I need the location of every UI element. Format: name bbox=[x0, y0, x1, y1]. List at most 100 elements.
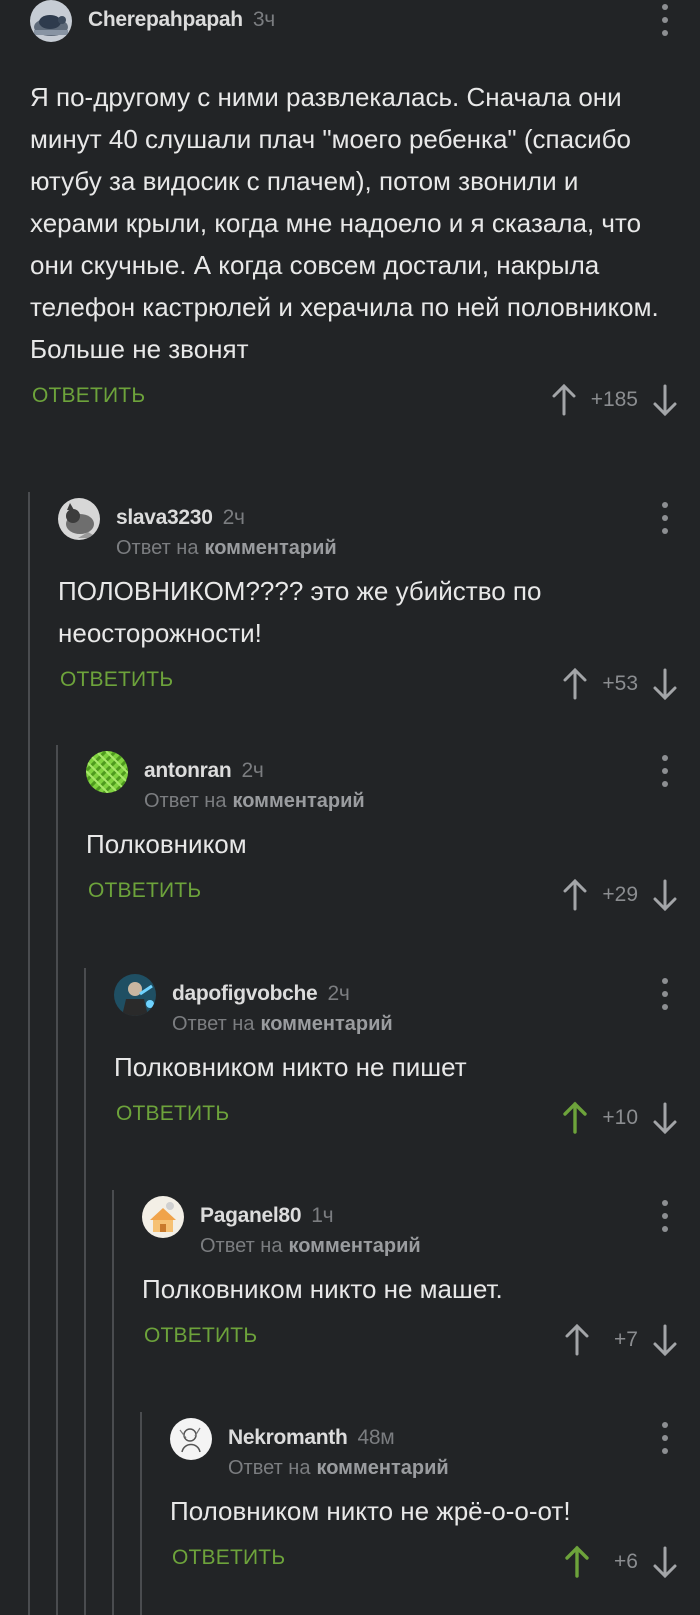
username[interactable]: slava3230 2ч bbox=[116, 506, 245, 530]
reply-to: Ответ на комментарий bbox=[228, 1457, 449, 1480]
comment: Nekromanth 48м Ответ на комментарий Половн… bbox=[170, 1418, 700, 1582]
reply-to-link[interactable]: комментарий bbox=[260, 1013, 392, 1035]
reply-to-link[interactable]: комментарий bbox=[204, 537, 336, 559]
comment-footer: ОТВЕТИТЬ +185 bbox=[30, 380, 700, 420]
downvote-arrow-icon[interactable] bbox=[652, 383, 678, 417]
comment-footer: ОТВЕТИТЬ +10 bbox=[114, 1098, 700, 1138]
more-options-icon[interactable] bbox=[660, 978, 670, 1010]
reply-button[interactable]: ОТВЕТИТЬ bbox=[172, 1546, 285, 1570]
timestamp: 48м bbox=[357, 1426, 395, 1449]
downvote-arrow-icon[interactable] bbox=[652, 1545, 678, 1579]
reply-to-prefix: Ответ на bbox=[172, 1013, 255, 1035]
timestamp: 2ч bbox=[222, 506, 245, 529]
sketch-avatar[interactable] bbox=[170, 1418, 212, 1460]
rating: +29 bbox=[602, 883, 638, 906]
rating: +6 bbox=[614, 1550, 638, 1573]
rating: +7 bbox=[614, 1328, 638, 1351]
comment-text: Полковником никто не машет. bbox=[142, 1274, 503, 1304]
upvote-arrow-icon[interactable] bbox=[562, 667, 588, 701]
username-text[interactable]: Cherepahpapah bbox=[88, 8, 243, 31]
cat-avatar[interactable] bbox=[58, 498, 100, 540]
reply-to-prefix: Ответ на bbox=[228, 1457, 311, 1479]
reply-button[interactable]: ОТВЕТИТЬ bbox=[116, 1102, 229, 1126]
upvote-arrow-icon[interactable] bbox=[564, 1323, 590, 1357]
username-text[interactable]: Paganel80 bbox=[200, 1204, 302, 1227]
person-avatar[interactable] bbox=[114, 974, 156, 1016]
username[interactable]: dapofigvobche 2ч bbox=[172, 982, 350, 1006]
upvote-arrow-icon[interactable] bbox=[562, 1101, 588, 1135]
comment-header: Cherepahpapah 3ч bbox=[30, 0, 700, 60]
rating: +10 bbox=[602, 1106, 638, 1129]
thread-line[interactable] bbox=[56, 745, 58, 1615]
reply-to: Ответ на комментарий bbox=[116, 537, 337, 560]
username[interactable]: Cherepahpapah 3ч bbox=[88, 8, 275, 32]
comment-header: slava3230 2ч Ответ на комментарий bbox=[58, 498, 700, 560]
reply-to: Ответ на комментарий bbox=[200, 1235, 421, 1258]
comment-text: ПОЛОВНИКОМ???? это же убийство по неосто… bbox=[58, 576, 542, 648]
reply-button[interactable]: ОТВЕТИТЬ bbox=[144, 1324, 257, 1348]
more-options-icon[interactable] bbox=[660, 502, 670, 534]
reply-to: Ответ на комментарий bbox=[144, 790, 365, 813]
username[interactable]: antonran 2ч bbox=[144, 759, 264, 783]
reply-to-link[interactable]: комментарий bbox=[288, 1235, 420, 1257]
comment-header: Nekromanth 48м Ответ на комментарий bbox=[170, 1418, 700, 1480]
vote-controls: +10 bbox=[562, 1098, 678, 1138]
vote-controls: +29 bbox=[562, 875, 678, 915]
turtle-avatar[interactable] bbox=[30, 0, 72, 42]
timestamp: 2ч bbox=[327, 982, 350, 1005]
reply-button[interactable]: ОТВЕТИТЬ bbox=[60, 668, 173, 692]
reply-to-prefix: Ответ на bbox=[200, 1235, 283, 1257]
rating: +53 bbox=[602, 672, 638, 695]
more-options-icon[interactable] bbox=[660, 1200, 670, 1232]
upvote-arrow-icon[interactable] bbox=[562, 878, 588, 912]
vote-controls: +185 bbox=[551, 380, 678, 420]
username-text[interactable]: antonran bbox=[144, 759, 232, 782]
comment-footer: ОТВЕТИТЬ +6 bbox=[170, 1542, 700, 1582]
reply-button[interactable]: ОТВЕТИТЬ bbox=[32, 384, 145, 408]
comment-text: Я по-другому с ними развлекалась. Сначал… bbox=[30, 82, 659, 364]
vote-controls: +7 bbox=[564, 1320, 678, 1360]
downvote-arrow-icon[interactable] bbox=[652, 667, 678, 701]
more-options-icon[interactable] bbox=[660, 1422, 670, 1454]
username[interactable]: Nekromanth 48м bbox=[228, 1426, 395, 1450]
reply-to-prefix: Ответ на bbox=[144, 790, 227, 812]
comment: Paganel80 1ч Ответ на комментарий Полковни… bbox=[142, 1196, 700, 1360]
comment-footer: ОТВЕТИТЬ +7 bbox=[142, 1320, 700, 1360]
username-text[interactable]: slava3230 bbox=[116, 506, 213, 529]
thread-line[interactable] bbox=[112, 1190, 114, 1615]
comment-header: dapofigvobche 2ч Ответ на комментарий bbox=[114, 974, 700, 1036]
comment-header: antonran 2ч Ответ на комментарий bbox=[86, 751, 700, 813]
comment-thread: Cherepahpapah 3ч Я по-другому с ними разв… bbox=[0, 0, 700, 1615]
timestamp: 3ч bbox=[252, 8, 275, 31]
reply-to-link[interactable]: комментарий bbox=[316, 1457, 448, 1479]
comment-text: Полковником никто не пишет bbox=[114, 1052, 467, 1082]
thread-line[interactable] bbox=[84, 968, 86, 1615]
more-options-icon[interactable] bbox=[660, 755, 670, 787]
reply-to-link[interactable]: комментарий bbox=[232, 790, 364, 812]
pattern-avatar[interactable] bbox=[86, 751, 128, 793]
comment: Cherepahpapah 3ч Я по-другому с ними разв… bbox=[30, 0, 700, 420]
rating: +185 bbox=[590, 388, 638, 411]
comment-header: Paganel80 1ч Ответ на комментарий bbox=[142, 1196, 700, 1258]
downvote-arrow-icon[interactable] bbox=[652, 1101, 678, 1135]
upvote-arrow-icon[interactable] bbox=[564, 1545, 590, 1579]
timestamp: 1ч bbox=[311, 1204, 334, 1227]
downvote-arrow-icon[interactable] bbox=[652, 878, 678, 912]
timestamp: 2ч bbox=[241, 759, 264, 782]
username-text[interactable]: Nekromanth bbox=[228, 1426, 348, 1449]
house-avatar[interactable] bbox=[142, 1196, 184, 1238]
downvote-arrow-icon[interactable] bbox=[652, 1323, 678, 1357]
comment-text: Половником никто не жрё-о-о-от! bbox=[170, 1496, 571, 1526]
reply-to-prefix: Ответ на bbox=[116, 537, 199, 559]
thread-line[interactable] bbox=[140, 1412, 142, 1615]
more-options-icon[interactable] bbox=[660, 4, 670, 36]
thread-line[interactable] bbox=[28, 492, 30, 1615]
reply-to: Ответ на комментарий bbox=[172, 1013, 393, 1036]
comment: dapofigvobche 2ч Ответ на комментарий Полк… bbox=[114, 974, 700, 1138]
upvote-arrow-icon[interactable] bbox=[551, 383, 577, 417]
vote-controls: +53 bbox=[562, 664, 678, 704]
comment-text: Полковником bbox=[86, 829, 247, 859]
username[interactable]: Paganel80 1ч bbox=[200, 1204, 334, 1228]
username-text[interactable]: dapofigvobche bbox=[172, 982, 318, 1005]
reply-button[interactable]: ОТВЕТИТЬ bbox=[88, 879, 201, 903]
